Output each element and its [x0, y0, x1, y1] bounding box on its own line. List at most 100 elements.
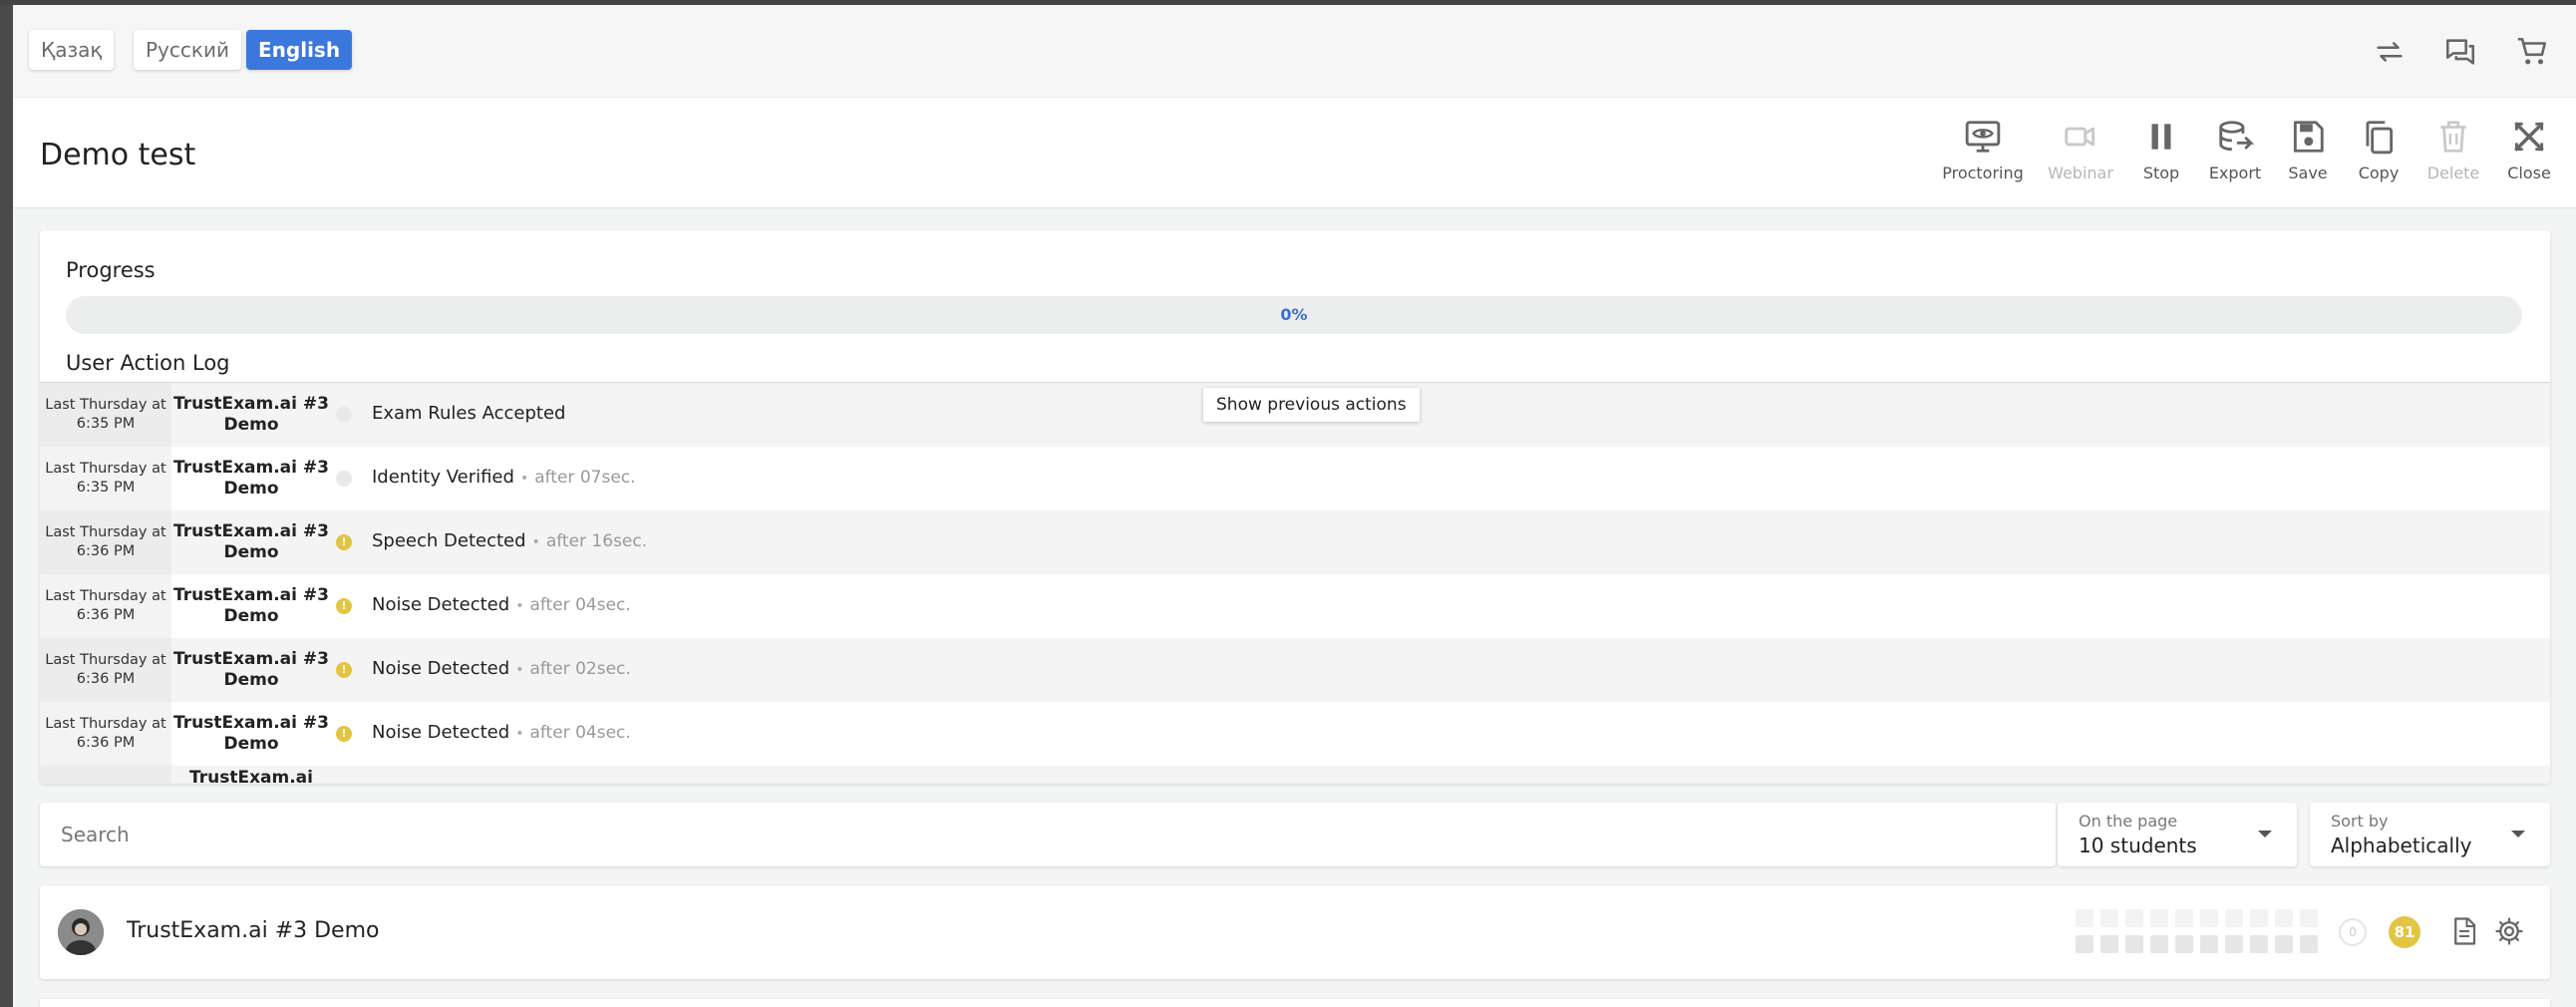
pause-icon: [2151, 124, 2171, 150]
neutral-status-icon: [336, 407, 352, 423]
status-ring: 0: [2339, 918, 2367, 946]
separator-dot: •: [515, 726, 524, 742]
log-row: Last Thursday at 6:36 PM TrustExam.ai #3…: [40, 702, 2550, 766]
log-action-text: Noise Detected: [372, 722, 510, 743]
log-action-text: Noise Detected: [372, 658, 510, 679]
warning-icon: !: [336, 662, 352, 678]
progress-percent: 0%: [1280, 305, 1308, 324]
top-header: Қазақ Русский English: [13, 5, 2576, 97]
question-status-grid: [2076, 909, 2325, 959]
video-camera-icon: [2065, 127, 2095, 147]
log-action: Speech Detected • after 16sec.: [372, 530, 647, 551]
question-status-cell: [2100, 935, 2118, 953]
student-card[interactable]: TrustExam.ai #3 Demo 0 81: [40, 885, 2550, 979]
log-action: Noise Detected • after 02sec.: [372, 658, 631, 679]
trash-icon: [2440, 121, 2466, 153]
log-user: TrustExam.ai #3 Demo: [173, 521, 329, 562]
sort-select[interactable]: Sort by Alphabetically: [2310, 803, 2550, 866]
log-user: TrustExam.ai #3 Demo: [173, 713, 329, 754]
progress-bar: 0%: [66, 296, 2522, 334]
separator-dot: •: [519, 471, 529, 487]
app-window: Қазақ Русский English Demo test Proctori…: [13, 5, 2576, 1007]
language-english-button[interactable]: English: [246, 30, 353, 70]
question-status-cell: [2275, 909, 2293, 927]
log-action: Exam Rules Accepted: [372, 403, 565, 424]
log-time: Last Thursday at 6:35 PM: [40, 383, 171, 447]
question-status-cell: [2150, 935, 2168, 953]
log-action-text: Noise Detected: [372, 594, 510, 615]
log-time: Last Thursday at 6:36 PM: [40, 702, 171, 766]
log-after: after 02sec.: [529, 659, 631, 679]
test-header: Demo test Proctoring Webinar Stop Export…: [13, 97, 2576, 208]
separator-dot: •: [531, 534, 540, 550]
chevron-down-icon: [2511, 831, 2525, 838]
log-time: Last Thursday at 6:36 PM: [40, 638, 171, 702]
student-name: TrustExam.ai #3 Demo: [127, 918, 380, 943]
per-page-label: On the page: [2079, 812, 2178, 831]
user-action-log[interactable]: Last Thursday at 6:35 PM TrustExam.ai #3…: [40, 382, 2550, 784]
language-kazakh-button[interactable]: Қазақ: [29, 30, 115, 70]
log-user: TrustExam.ai #3 Demo: [173, 585, 329, 626]
log-row: Last Thursday at 6:35 PM TrustExam.ai #3…: [40, 383, 2550, 447]
log-row-partial: TrustExam.ai: [40, 766, 2550, 784]
language-russian-button[interactable]: Русский: [134, 30, 241, 70]
log-heading: User Action Log: [66, 351, 230, 375]
swap-icon[interactable]: [2373, 35, 2407, 69]
question-status-cell: [2225, 909, 2243, 927]
show-previous-actions-button[interactable]: Show previous actions: [1203, 388, 1420, 422]
log-row: Last Thursday at 6:35 PM TrustExam.ai #3…: [40, 447, 2550, 510]
close-label: Close: [2507, 164, 2551, 182]
avatar: [58, 909, 104, 955]
log-after: after 07sec.: [534, 468, 636, 488]
page-title: Demo test: [40, 138, 196, 172]
log-row: Last Thursday at 6:36 PM TrustExam.ai #3…: [40, 574, 2550, 638]
log-action: Noise Detected • after 04sec.: [372, 594, 631, 615]
question-status-cell: [2125, 935, 2143, 953]
gear-icon[interactable]: [2494, 916, 2524, 946]
log-user: TrustExam.ai #3 Demo: [173, 649, 329, 690]
log-after: after 16sec.: [545, 531, 648, 551]
score-badge: 81: [2389, 916, 2420, 948]
copy-icon: [2366, 121, 2394, 155]
cart-icon[interactable]: [2515, 35, 2549, 69]
search-input[interactable]: [40, 803, 2056, 866]
chat-icon[interactable]: [2443, 35, 2477, 69]
question-status-cell: [2175, 909, 2193, 927]
warning-icon: !: [336, 598, 352, 614]
question-status-cell: [2076, 909, 2093, 927]
document-icon[interactable]: [2449, 916, 2479, 946]
log-action: Noise Detected • after 04sec.: [372, 722, 631, 743]
close-button[interactable]: Close: [2479, 118, 2576, 182]
question-status-cell: [2200, 909, 2218, 927]
per-page-value: 10 students: [2079, 834, 2197, 857]
floppy-disk-icon: [2293, 121, 2324, 153]
question-status-cell: [2125, 909, 2143, 927]
log-after: after 04sec.: [529, 595, 631, 615]
question-status-cell: [2225, 935, 2243, 953]
per-page-select[interactable]: On the page 10 students: [2058, 803, 2297, 866]
separator-dot: •: [515, 598, 524, 614]
progress-heading: Progress: [66, 258, 156, 282]
question-status-cell: [2200, 935, 2218, 953]
next-student-card: [40, 999, 2550, 1007]
progress-log-card: Progress 0% User Action Log Last Thursda…: [40, 230, 2550, 784]
proctoring-button[interactable]: Proctoring: [1933, 118, 2033, 182]
search-box: [40, 803, 2056, 866]
window-left-edge: [0, 5, 13, 1007]
log-time: [40, 766, 171, 784]
log-action: Identity Verified • after 07sec.: [372, 467, 636, 488]
sort-value: Alphabetically: [2331, 834, 2472, 857]
avatar-image: [58, 909, 104, 955]
question-status-cell: [2100, 909, 2118, 927]
monitor-eye-icon: [1965, 121, 2001, 153]
question-status-cell: [2150, 909, 2168, 927]
log-row: Last Thursday at 6:36 PM TrustExam.ai #3…: [40, 510, 2550, 574]
log-user: TrustExam.ai #3 Demo: [173, 394, 329, 435]
log-action-text: Speech Detected: [372, 530, 526, 551]
question-status-cell: [2250, 935, 2268, 953]
separator-dot: •: [515, 662, 524, 678]
close-icon: [2514, 122, 2544, 152]
log-time: Last Thursday at 6:35 PM: [40, 447, 171, 510]
question-status-cell: [2275, 935, 2293, 953]
question-status-cell: [2300, 935, 2318, 953]
